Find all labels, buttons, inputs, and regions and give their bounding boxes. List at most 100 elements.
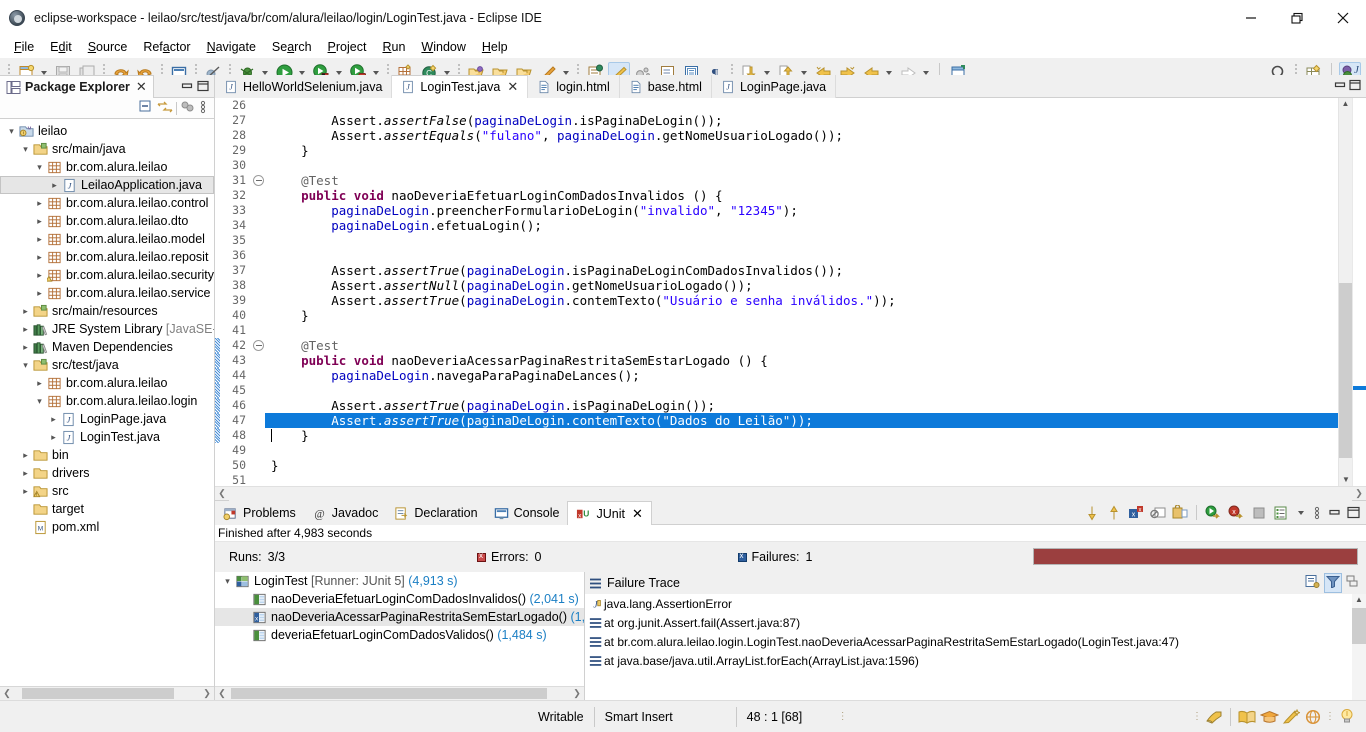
view-menu-group-icon[interactable]	[180, 100, 195, 117]
menu-source[interactable]: Source	[80, 38, 136, 56]
junit-test-row[interactable]: deveriaEfetuarLoginComDadosValidos() (1,…	[215, 626, 584, 644]
menu-refactor[interactable]: Refactor	[135, 38, 198, 56]
menu-navigate[interactable]: Navigate	[199, 38, 264, 56]
junit-test-row[interactable]: x naoDeveriaAcessarPaginaRestritaSemEstar…	[215, 608, 584, 626]
failure-trace-row[interactable]: at org.junit.Assert.fail(Assert.java:87)	[585, 613, 1366, 632]
code-line[interactable]: Assert.assertTrue(paginaDeLogin.contemTe…	[265, 413, 1338, 428]
scroll-down-icon[interactable]: ▼	[1339, 474, 1353, 486]
history-dropdown-icon[interactable]	[1295, 502, 1306, 524]
scroll-right-icon[interactable]: ❯	[570, 688, 584, 699]
graduation-cap-icon[interactable]	[1258, 706, 1280, 728]
folding-ruler[interactable]	[251, 98, 265, 486]
bottom-tab-javadoc[interactable]: @ Javadoc	[304, 501, 387, 525]
view-menu-icon[interactable]	[198, 100, 208, 117]
editor-tab-helloworldselenium-java[interactable]: J HelloWorldSelenium.java	[215, 75, 393, 98]
tree-item-loginpage-java[interactable]: ▸ J LoginPage.java	[0, 410, 214, 428]
twisty-expanded-icon[interactable]: ▾	[19, 140, 32, 158]
compare-result-icon[interactable]	[1304, 574, 1320, 592]
close-button[interactable]	[1320, 0, 1366, 36]
code-line[interactable]: }	[265, 428, 1338, 443]
filter-stack-trace-icon[interactable]	[1324, 573, 1342, 593]
twisty-collapsed-icon[interactable]: ▸	[19, 320, 32, 338]
twisty-collapsed-icon[interactable]: ▸	[33, 230, 46, 248]
editor-tab-base-html[interactable]: base.html	[620, 75, 712, 98]
code-line[interactable]: Assert.assertEquals("fulano", paginaDeLo…	[265, 128, 1338, 143]
bottom-tab-console[interactable]: Console	[486, 501, 568, 525]
maximize-view-icon[interactable]	[196, 79, 210, 93]
code-line[interactable]: public void naoDeveriaEfetuarLoginComDad…	[265, 188, 1338, 203]
editor-tab-loginpage-java[interactable]: J LoginPage.java	[712, 75, 837, 98]
tree-item-leilao[interactable]: ▾ M! leilao	[0, 122, 214, 140]
next-failure-icon[interactable]	[1084, 505, 1100, 521]
code-line[interactable]: public void naoDeveriaAcessarPaginaRestr…	[265, 353, 1338, 368]
twisty-collapsed-icon[interactable]: ▸	[33, 284, 46, 302]
tree-item-br-com-alura-leilao-dto[interactable]: ▸ br.com.alura.leilao.dto	[0, 212, 214, 230]
code-line[interactable]: Assert.assertTrue(paginaDeLogin.contemTe…	[265, 293, 1338, 308]
code-line[interactable]: Assert.assertTrue(paginaDeLogin.isPagina…	[265, 398, 1338, 413]
twisty-collapsed-icon[interactable]: ▸	[47, 428, 60, 446]
show-ignored-icon[interactable]	[1150, 505, 1166, 521]
junit-test-row[interactable]: ▾ LoginTest [Runner: JUnit 5] (4,913 s)	[215, 572, 584, 590]
minimize-button[interactable]	[1228, 0, 1274, 36]
maximize-restore-button[interactable]	[1274, 0, 1320, 36]
close-icon[interactable]: ✕	[507, 79, 518, 95]
package-explorer-tree[interactable]: ▾ M! leilao ▾ src/main/java ▾ br.com.alura.lei…	[0, 119, 214, 686]
tree-item-pom-xml[interactable]: Mpom.xml	[0, 518, 214, 536]
editor-tab-logintest-java[interactable]: J LoginTest.java ✕	[392, 75, 529, 98]
code-line[interactable]	[265, 443, 1338, 458]
tree-item-bin[interactable]: ▸ bin	[0, 446, 214, 464]
twisty-expanded-icon[interactable]: ▾	[33, 158, 46, 176]
show-key-assist-icon[interactable]	[1203, 706, 1225, 728]
menu-project[interactable]: Project	[320, 38, 375, 56]
tree-item-br-com-alura-leilao-service[interactable]: ▸ br.com.alura.leilao.service	[0, 284, 214, 302]
scroll-up-icon[interactable]: ▲	[1339, 98, 1352, 110]
twisty-collapsed-icon[interactable]: ▸	[33, 194, 46, 212]
tree-item-br-com-alura-leilao-security[interactable]: ▸ br.com.alura.leilao.security	[0, 266, 214, 284]
tree-item-br-com-alura-leilao-reposit[interactable]: ▸ br.com.alura.leilao.reposit	[0, 248, 214, 266]
editor-tab-login-html[interactable]: login.html	[528, 75, 620, 98]
twisty-collapsed-icon[interactable]: ▸	[19, 338, 32, 356]
close-icon[interactable]: ✕	[136, 79, 147, 95]
code-line[interactable]: Assert.assertNull(paginaDeLogin.getNomeU…	[265, 278, 1338, 293]
code-line[interactable]: }	[265, 308, 1338, 323]
tab-package-explorer[interactable]: Package Explorer ✕	[0, 75, 154, 98]
code-line[interactable]	[265, 383, 1338, 398]
package-explorer-hscrollbar[interactable]: ❮ ❯	[0, 686, 214, 701]
code-line[interactable]	[265, 248, 1338, 263]
code-line[interactable]: }	[265, 143, 1338, 158]
status-toolbar-handle[interactable]: ⋮	[1324, 711, 1336, 722]
magic-wand-icon[interactable]	[1280, 706, 1302, 728]
junit-tree-hscrollbar[interactable]: ❮ ❯	[215, 686, 584, 701]
code-line[interactable]	[265, 473, 1338, 486]
editor-hscrollbar[interactable]: ❮ ❯	[215, 486, 1366, 501]
menu-file[interactable]: File	[6, 38, 42, 56]
junit-test-tree[interactable]: ▾ LoginTest [Runner: JUnit 5] (4,913 s) na…	[215, 572, 584, 686]
tree-item-br-com-alura-leilao-model[interactable]: ▸ br.com.alura.leilao.model	[0, 230, 214, 248]
code-line[interactable]: paginaDeLogin.efetuaLogin();	[265, 218, 1338, 233]
twisty-collapsed-icon[interactable]: ▸	[33, 248, 46, 266]
twisty-collapsed-icon[interactable]: ▸	[33, 266, 46, 284]
rerun-failed-tests-icon[interactable]: x	[1228, 505, 1245, 521]
tree-item-br-com-alura-leilao[interactable]: ▸ br.com.alura.leilao	[0, 374, 214, 392]
minimize-view-icon[interactable]	[1328, 506, 1341, 519]
tree-item-leilaoapplication-java[interactable]: ▸ J LeilaoApplication.java	[0, 176, 214, 194]
junit-test-row[interactable]: naoDeveriaEfetuarLoginComDadosInvalidos(…	[215, 590, 584, 608]
maximize-view-icon[interactable]	[1349, 79, 1361, 94]
code-line[interactable]: Assert.assertFalse(paginaDeLogin.isPagin…	[265, 113, 1338, 128]
tree-item-src-test-java[interactable]: ▾ src/test/java	[0, 356, 214, 374]
menu-edit[interactable]: Edit	[42, 38, 80, 56]
lock-scroll-icon[interactable]	[1172, 504, 1188, 521]
scroll-left-icon[interactable]: ❮	[215, 488, 229, 499]
twisty-collapsed-icon[interactable]: ▸	[19, 302, 32, 320]
view-menu-icon[interactable]	[1312, 505, 1322, 521]
tree-item-br-com-alura-leilao[interactable]: ▾ br.com.alura.leilao	[0, 158, 214, 176]
tree-item-drivers[interactable]: ▸ drivers	[0, 464, 214, 482]
stop-icon[interactable]	[1251, 505, 1267, 521]
code-line[interactable]	[265, 233, 1338, 248]
show-failures-only-icon[interactable]: xx	[1128, 505, 1144, 521]
code-editor[interactable]: Assert.assertFalse(paginaDeLogin.isPagin…	[265, 98, 1338, 486]
tree-item-logintest-java[interactable]: ▸ J LoginTest.java	[0, 428, 214, 446]
code-line[interactable]: @Test	[265, 338, 1338, 353]
maximize-trace-icon[interactable]	[1346, 575, 1360, 591]
tree-item-br-com-alura-leilao-login[interactable]: ▾ br.com.alura.leilao.login	[0, 392, 214, 410]
